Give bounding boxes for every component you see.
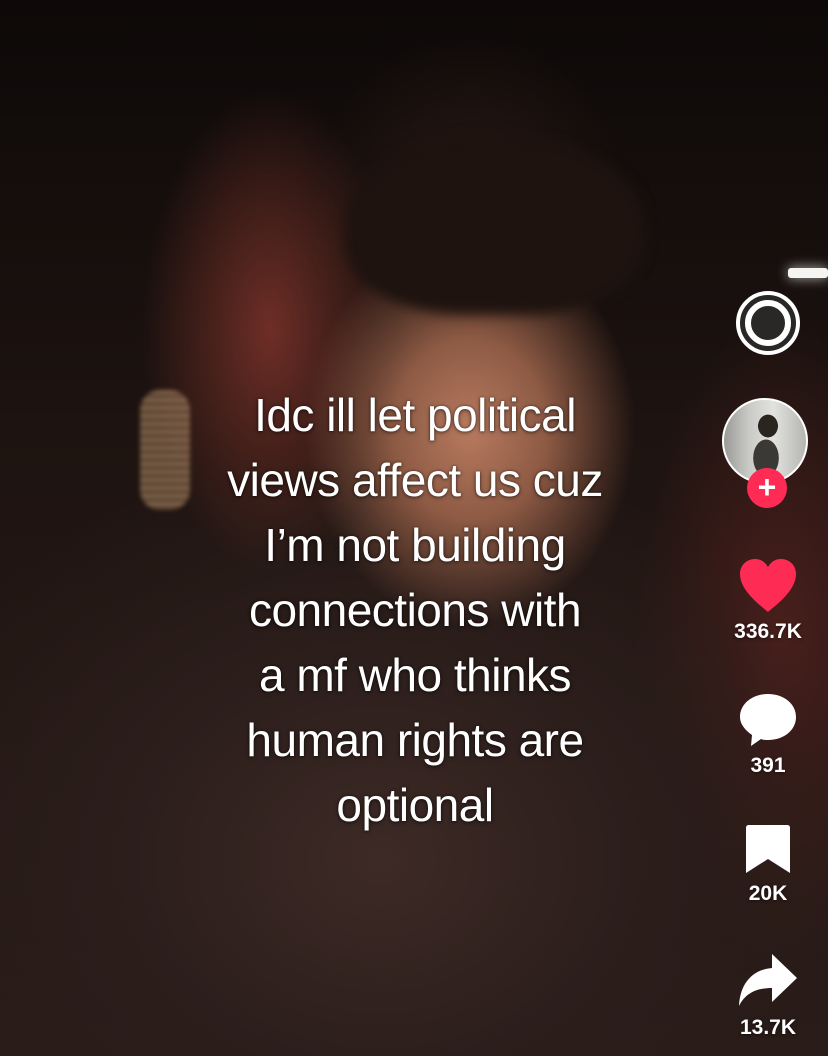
caption-line: a mf who thinks <box>258 649 572 701</box>
caption-line: connections with <box>248 584 582 636</box>
background-subject-hair <box>345 135 645 315</box>
caption-line: Idc ill let political <box>254 389 576 441</box>
sound-disc-icon[interactable] <box>735 290 801 356</box>
comment-count: 391 <box>750 754 786 777</box>
share-button[interactable]: 13.7K <box>722 950 814 1040</box>
comment-bubble-icon <box>740 694 796 746</box>
heart-icon <box>740 559 796 612</box>
creator-avatar-group[interactable]: + <box>722 398 812 508</box>
plus-icon: + <box>757 469 777 505</box>
bookmark-icon <box>746 825 790 873</box>
save-count: 20K <box>748 882 788 905</box>
like-button[interactable]: 336.7K <box>722 556 814 644</box>
video-caption-overlay: Idc ill let political views affect us cu… <box>150 383 680 838</box>
share-arrow-icon <box>739 954 797 1006</box>
sound-disc-icon-graphic <box>736 291 800 355</box>
comment-button[interactable]: 391 <box>722 690 814 778</box>
caption-line: I’m not building <box>264 519 566 571</box>
caption-line: human rights are <box>246 714 584 766</box>
like-count: 336.7K <box>734 620 802 643</box>
background-dome-light <box>788 268 828 278</box>
save-button[interactable]: 20K <box>722 822 814 906</box>
share-count: 13.7K <box>739 1016 797 1039</box>
follow-button[interactable]: + <box>747 468 787 508</box>
caption-line: optional <box>336 779 494 831</box>
caption-line: views affect us cuz <box>227 454 603 506</box>
video-screen[interactable]: Idc ill let political views affect us cu… <box>0 0 828 1056</box>
